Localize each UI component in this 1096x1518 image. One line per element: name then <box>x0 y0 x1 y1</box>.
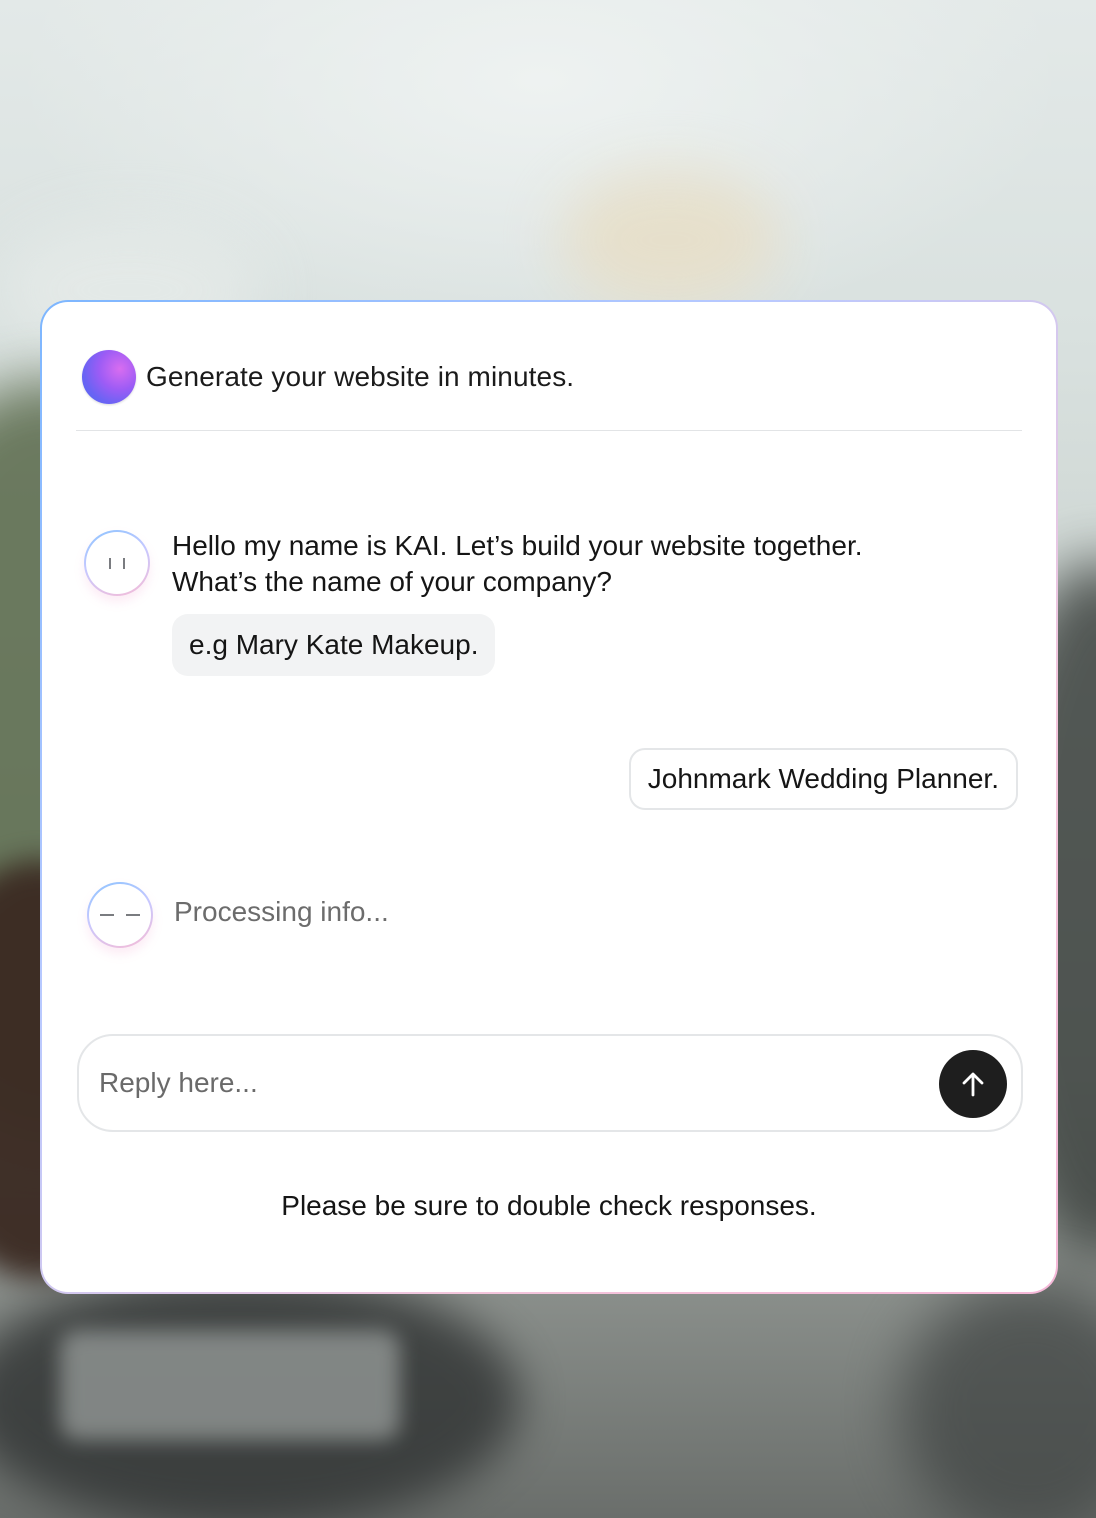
gradient-orb-icon <box>82 350 136 404</box>
avatar-eye <box>100 914 114 916</box>
avatar-eye <box>126 914 140 916</box>
bot-thinking-avatar-icon <box>87 882 153 948</box>
reply-box <box>77 1034 1023 1132</box>
chat-card: Generate your website in minutes. Hello … <box>40 300 1058 1294</box>
header-title: Generate your website in minutes. <box>146 361 575 392</box>
avatar-eye <box>123 557 125 569</box>
arrow-up-icon <box>962 1072 984 1097</box>
user-message-bubble: Johnmark Wedding Planner. <box>628 748 1018 810</box>
bot-message: Hello my name is KAI. Let’s build your w… <box>172 528 863 600</box>
avatar-eye <box>109 557 111 569</box>
example-hint-chip[interactable]: e.g Mary Kate Makeup. <box>172 614 496 676</box>
bot-message-line: What’s the name of your company? <box>172 566 612 597</box>
bot-avatar-icon <box>84 530 150 596</box>
send-button[interactable] <box>939 1050 1007 1118</box>
chat-header: Generate your website in minutes. <box>82 349 574 405</box>
header-divider <box>76 430 1022 431</box>
bot-message-line: Hello my name is KAI. Let’s build your w… <box>172 530 863 561</box>
disclaimer-text: Please be sure to double check responses… <box>281 1190 817 1221</box>
processing-status: Processing info... <box>174 896 389 927</box>
reply-input[interactable] <box>99 1036 919 1130</box>
